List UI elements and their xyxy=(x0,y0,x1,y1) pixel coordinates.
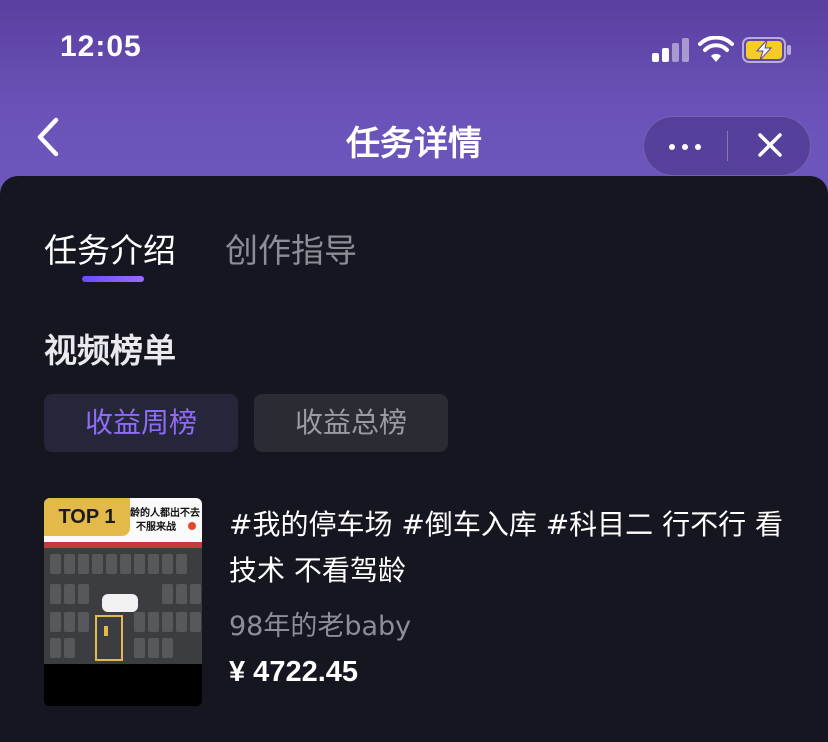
tab-task-intro[interactable]: 任务介绍 xyxy=(44,224,176,272)
thumb-caption-2: 不服来战 xyxy=(136,520,176,533)
status-bar: 12:05 xyxy=(0,0,828,100)
battery-icon xyxy=(742,37,791,63)
rank-badge: TOP 1 xyxy=(44,498,130,536)
content-sheet: 任务介绍 创作指导 视频榜单 收益周榜 收益总榜 龄的人都出不去 不服来战 TO… xyxy=(0,176,828,742)
status-time: 12:05 xyxy=(60,30,142,63)
video-earnings: ¥ 4722.45 xyxy=(229,656,359,688)
nav-bar: 任务详情 xyxy=(0,100,828,176)
cellular-signal-icon xyxy=(652,38,690,62)
filter-total-earnings[interactable]: 收益总榜 xyxy=(254,394,448,452)
video-author: 98年的老baby xyxy=(229,611,412,642)
list-item[interactable]: 龄的人都出不去 不服来战 TOP 1 #我的停车场 #倒车入库 #科目二 行不行… xyxy=(0,498,828,718)
section-title: 视频榜单 xyxy=(44,331,176,370)
filter-weekly-earnings[interactable]: 收益周榜 xyxy=(44,394,238,452)
close-icon xyxy=(758,133,782,157)
mini-program-capsule xyxy=(643,116,811,176)
video-title[interactable]: #我的停车场 #倒车入库 #科目二 行不行 看技术 不看驾龄 xyxy=(229,502,789,594)
more-button[interactable] xyxy=(644,117,728,175)
close-button[interactable] xyxy=(728,117,812,175)
wifi-icon xyxy=(698,36,734,62)
thumb-caption-1: 龄的人都出不去 xyxy=(130,506,200,519)
active-tab-indicator xyxy=(82,276,144,282)
tab-creation-guide[interactable]: 创作指导 xyxy=(225,224,357,272)
